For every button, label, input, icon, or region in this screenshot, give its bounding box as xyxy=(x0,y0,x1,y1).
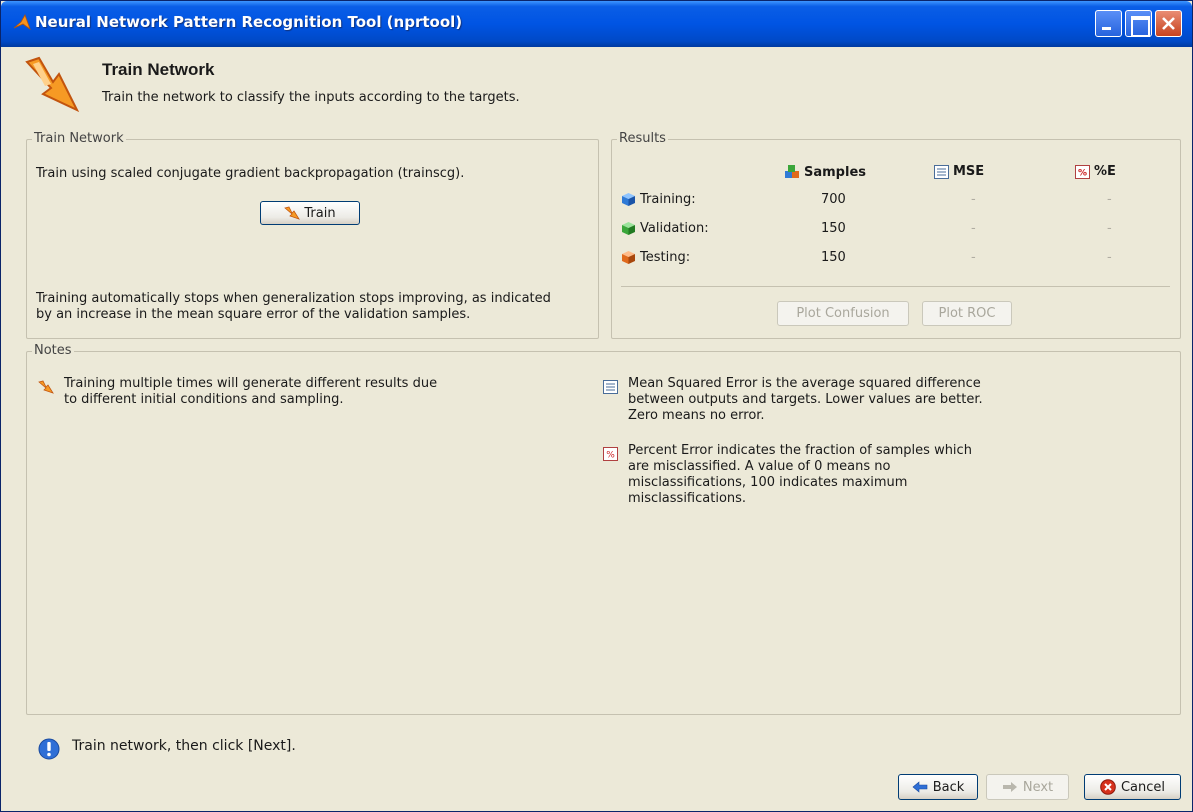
page-subtitle: Train the network to classify the inputs… xyxy=(102,90,520,105)
back-button-label: Back xyxy=(932,779,965,795)
mse-column-header: MSE xyxy=(934,164,984,179)
orange-cube-icon xyxy=(622,251,635,264)
train-arrow-icon xyxy=(25,56,80,113)
training-samples-value: 700 xyxy=(821,192,846,207)
plot-confusion-button[interactable]: Plot Confusion xyxy=(777,301,909,326)
percent-icon: % xyxy=(1075,164,1090,179)
page-title: Train Network xyxy=(102,60,215,79)
mse-header-label: MSE xyxy=(953,164,985,179)
window-title: Neural Network Pattern Recognition Tool … xyxy=(35,13,463,31)
svg-text:%: % xyxy=(1078,168,1087,178)
green-cube-icon xyxy=(622,222,635,235)
cancel-button[interactable]: Cancel xyxy=(1084,774,1181,800)
blue-cube-icon xyxy=(622,193,635,206)
mse-note-line: between outputs and targets. Lower value… xyxy=(628,392,983,407)
train-network-legend: Train Network xyxy=(32,131,126,146)
close-icon xyxy=(1162,17,1175,30)
notes-legend: Notes xyxy=(32,343,74,358)
testing-row: Testing: 150 - - xyxy=(621,250,1171,270)
training-label-text: Training: xyxy=(640,192,696,207)
maximize-button[interactable] xyxy=(1125,10,1152,37)
close-button[interactable] xyxy=(1155,10,1182,37)
matlab-logo-icon xyxy=(13,14,31,31)
percent-error-header-label: %E xyxy=(1094,164,1116,179)
percent-error-note-line: misclassifications, 100 indicates maximu… xyxy=(628,475,908,490)
testing-label-text: Testing: xyxy=(640,250,691,265)
testing-percent-error-value: - xyxy=(1107,250,1112,265)
validation-percent-error-value: - xyxy=(1107,221,1112,236)
results-divider xyxy=(621,286,1170,287)
notes-panel: Notes Training multiple times will gener… xyxy=(26,343,1181,715)
cancel-icon xyxy=(1100,779,1116,795)
next-button[interactable]: Next xyxy=(986,774,1069,800)
info-icon xyxy=(38,738,60,760)
percent-error-column-header: % %E xyxy=(1075,164,1116,179)
retrain-note: Training multiple times will generate di… xyxy=(64,376,437,408)
plot-roc-button[interactable]: Plot ROC xyxy=(922,301,1012,326)
next-arrow-icon xyxy=(1002,782,1017,792)
testing-mse-value: - xyxy=(971,250,976,265)
percent-error-note-line: are misclassified. A value of 0 means no xyxy=(628,459,891,474)
validation-samples-value: 150 xyxy=(821,221,846,236)
results-legend: Results xyxy=(617,131,668,146)
train-arrow-icon xyxy=(284,206,301,220)
samples-header-label: Samples xyxy=(804,164,866,180)
early-stopping-note-line: by an increase in the mean square error … xyxy=(36,307,471,322)
early-stopping-note-line: Training automatically stops when genera… xyxy=(36,291,551,306)
retrain-note-line: to different initial conditions and samp… xyxy=(64,392,344,407)
train-button-label: Train xyxy=(304,205,336,221)
retrain-note-line: Training multiple times will generate di… xyxy=(64,376,438,391)
cancel-button-label: Cancel xyxy=(1120,779,1166,795)
svg-text:%: % xyxy=(606,451,615,461)
mse-chart-icon xyxy=(934,164,949,179)
mse-note: Mean Squared Error is the average square… xyxy=(628,376,983,424)
samples-column-header: Samples xyxy=(784,164,866,180)
training-label: Training: xyxy=(621,192,696,207)
percent-error-note: Percent Error indicates the fraction of … xyxy=(628,443,972,507)
testing-label: Testing: xyxy=(621,250,690,265)
app-window: Neural Network Pattern Recognition Tool … xyxy=(0,0,1193,812)
back-button[interactable]: Back xyxy=(898,774,978,800)
percent-error-note-line: Percent Error indicates the fraction of … xyxy=(628,443,972,458)
train-button[interactable]: Train xyxy=(260,201,360,225)
validation-mse-value: - xyxy=(971,221,976,236)
training-row: Training: 700 - - xyxy=(621,192,1171,212)
training-mse-value: - xyxy=(971,192,976,207)
title-bar[interactable]: Neural Network Pattern Recognition Tool … xyxy=(1,1,1192,47)
status-message: Train network, then click [Next]. xyxy=(72,738,296,754)
mse-note-line: Mean Squared Error is the average square… xyxy=(628,376,981,391)
testing-samples-value: 150 xyxy=(821,250,846,265)
early-stopping-note: Training automatically stops when genera… xyxy=(36,291,596,323)
train-network-panel: Train Network Train using scaled conjuga… xyxy=(26,131,599,339)
training-percent-error-value: - xyxy=(1107,192,1112,207)
percent-icon: % xyxy=(603,447,618,461)
mse-chart-icon xyxy=(603,380,618,394)
next-button-label: Next xyxy=(1022,779,1054,795)
mse-note-line: Zero means no error. xyxy=(628,408,765,423)
back-arrow-icon xyxy=(912,781,928,793)
minimize-button[interactable] xyxy=(1095,10,1122,37)
cubes-icon xyxy=(785,165,799,178)
train-arrow-icon xyxy=(38,380,54,394)
validation-label: Validation: xyxy=(621,221,709,236)
percent-error-note-line: misclassifications. xyxy=(628,491,747,506)
validation-row: Validation: 150 - - xyxy=(621,221,1171,241)
results-panel: Results Samples MSE % %E Training: 700 -… xyxy=(611,131,1181,339)
training-algorithm-text: Train using scaled conjugate gradient ba… xyxy=(36,166,465,181)
validation-label-text: Validation: xyxy=(640,221,709,236)
